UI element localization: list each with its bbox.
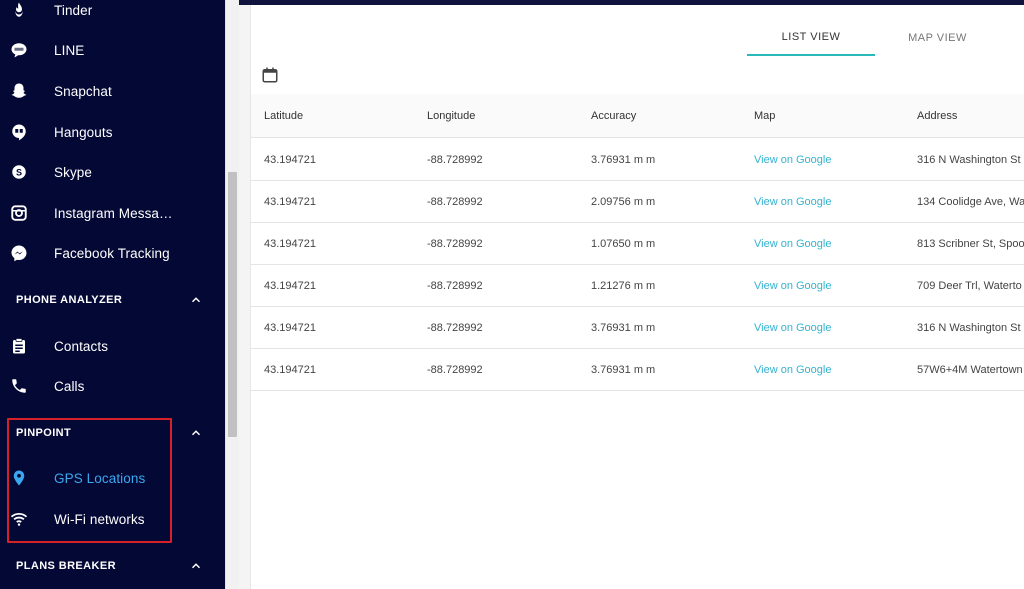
messenger-icon <box>10 244 28 262</box>
phone-icon <box>10 377 28 395</box>
sidebar-item-line[interactable]: LINE <box>0 31 225 69</box>
table-row: 43.194721 -88.728992 3.76931 m m View on… <box>251 349 1024 391</box>
view-on-google-link[interactable]: View on Google <box>754 139 904 180</box>
sidebar-item-label: LINE <box>54 42 85 58</box>
sidebar: Tinder LINE Snapchat Hangouts S Skype In… <box>0 0 225 589</box>
sidebar-item-label: Calls <box>54 378 85 394</box>
cell-accuracy: 2.09756 m m <box>591 195 656 208</box>
scrollbar-thumb[interactable] <box>228 172 237 437</box>
column-header-map[interactable]: Map <box>754 94 904 137</box>
highlight-annotation-box <box>7 418 172 543</box>
cell-latitude: 43.194721 <box>264 237 316 250</box>
chevron-up-icon[interactable] <box>189 293 203 307</box>
cell-accuracy: 1.21276 m m <box>591 279 656 292</box>
cell-longitude: -88.728992 <box>427 153 483 166</box>
table-row: 43.194721 -88.728992 3.76931 m m View on… <box>251 307 1024 349</box>
table-row: 43.194721 -88.728992 1.21276 m m View on… <box>251 265 1024 307</box>
cell-address: 57W6+4M Watertown <box>917 363 1023 376</box>
cell-latitude: 43.194721 <box>264 321 316 334</box>
sidebar-item-calls[interactable]: Calls <box>0 367 225 405</box>
cell-latitude: 43.194721 <box>264 363 316 376</box>
sidebar-item-hangouts[interactable]: Hangouts <box>0 113 225 151</box>
column-header-address[interactable]: Address <box>917 94 1024 137</box>
sidebar-item-label: Skype <box>54 164 93 180</box>
cell-accuracy: 3.76931 m m <box>591 321 656 334</box>
cell-longitude: -88.728992 <box>427 279 483 292</box>
sidebar-item-tinder[interactable]: Tinder <box>0 0 225 29</box>
cell-accuracy: 1.07650 m m <box>591 237 656 250</box>
cell-latitude: 43.194721 <box>264 195 316 208</box>
chevron-up-icon[interactable] <box>189 426 203 440</box>
calendar-icon[interactable] <box>261 66 279 84</box>
view-on-google-link[interactable]: View on Google <box>754 307 904 348</box>
sidebar-item-facebook[interactable]: Facebook Tracking <box>0 234 225 272</box>
skype-icon: S <box>10 163 28 181</box>
hangouts-quote-icon <box>10 123 28 141</box>
sidebar-item-contacts[interactable]: Contacts <box>0 327 225 365</box>
table-row: 43.194721 -88.728992 3.76931 m m View on… <box>251 139 1024 181</box>
instagram-icon <box>10 204 28 222</box>
cell-accuracy: 3.76931 m m <box>591 153 656 166</box>
sidebar-item-label: Snapchat <box>54 83 112 99</box>
column-header-accuracy[interactable]: Accuracy <box>591 94 741 137</box>
view-on-google-link[interactable]: View on Google <box>754 181 904 222</box>
sidebar-item-label: Instagram Messa… <box>54 205 173 221</box>
cell-address: 709 Deer Trl, Waterto <box>917 279 1022 292</box>
section-title: PHONE ANALYZER <box>16 294 123 306</box>
cell-longitude: -88.728992 <box>427 237 483 250</box>
section-plans-breaker[interactable]: PLANS BREAKER <box>0 551 225 581</box>
clipboard-icon <box>10 337 28 355</box>
cell-latitude: 43.194721 <box>264 279 316 292</box>
tab-list-view[interactable]: LIST VIEW <box>747 20 875 56</box>
view-on-google-link[interactable]: View on Google <box>754 223 904 264</box>
cell-accuracy: 3.76931 m m <box>591 363 656 376</box>
section-phone-analyzer[interactable]: PHONE ANALYZER <box>0 285 225 315</box>
cell-address: 813 Scribner St, Spoo <box>917 237 1024 250</box>
tinder-flame-icon <box>10 1 28 19</box>
table-row: 43.194721 -88.728992 1.07650 m m View on… <box>251 223 1024 265</box>
snapchat-ghost-icon <box>10 82 28 100</box>
cell-address: 134 Coolidge Ave, Wa <box>917 195 1024 208</box>
sidebar-item-label: Tinder <box>54 2 93 18</box>
top-bar <box>239 0 1024 5</box>
svg-text:S: S <box>16 167 22 177</box>
sidebar-item-skype[interactable]: S Skype <box>0 153 225 191</box>
cell-latitude: 43.194721 <box>264 153 316 166</box>
cell-address: 316 N Washington St <box>917 321 1021 334</box>
cell-longitude: -88.728992 <box>427 363 483 376</box>
cell-longitude: -88.728992 <box>427 321 483 334</box>
sidebar-item-label: Facebook Tracking <box>54 245 170 261</box>
column-header-longitude[interactable]: Longitude <box>427 94 577 137</box>
table-row: 43.194721 -88.728992 2.09756 m m View on… <box>251 181 1024 223</box>
cell-address: 316 N Washington St <box>917 153 1021 166</box>
table-header: Latitude Longitude Accuracy Map Address <box>251 94 1024 138</box>
chevron-up-icon[interactable] <box>189 559 203 573</box>
view-on-google-link[interactable]: View on Google <box>754 349 904 390</box>
view-on-google-link[interactable]: View on Google <box>754 265 904 306</box>
section-title: PLANS BREAKER <box>16 560 116 572</box>
tab-map-view[interactable]: MAP VIEW <box>875 20 1000 56</box>
sidebar-item-snapchat[interactable]: Snapchat <box>0 72 225 110</box>
cell-longitude: -88.728992 <box>427 195 483 208</box>
column-header-latitude[interactable]: Latitude <box>264 94 414 137</box>
sidebar-item-label: Hangouts <box>54 124 113 140</box>
sidebar-item-instagram[interactable]: Instagram Messa… <box>0 194 225 232</box>
sidebar-item-label: Contacts <box>54 338 109 354</box>
line-bubble-icon <box>10 41 28 59</box>
content-gap <box>239 0 250 589</box>
